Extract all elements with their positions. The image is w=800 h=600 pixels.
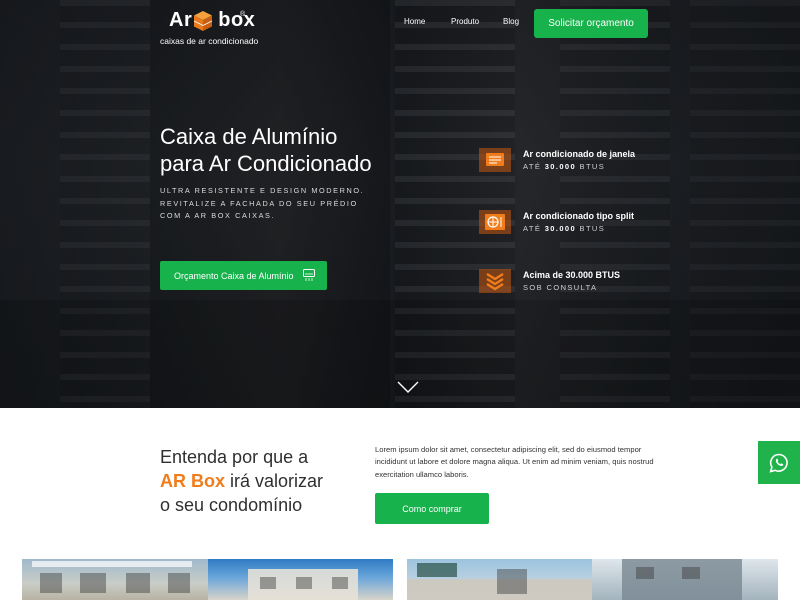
gallery-image-2 xyxy=(208,559,393,600)
request-quote-button[interactable]: Solicitar orçamento xyxy=(534,9,648,38)
logo-text-ar: Ar xyxy=(169,9,193,31)
gallery-image-3 xyxy=(407,559,592,600)
ac-unit-icon xyxy=(303,269,315,281)
hero-section: Ar box ® caixas de ar condicionado Home P… xyxy=(0,0,800,408)
how-to-buy-button[interactable]: Como comprar xyxy=(375,493,489,524)
split-ac-icon xyxy=(478,207,512,237)
capacity-value: 30.000 xyxy=(544,162,577,171)
hero-title-line-1: Caixa de Alumínio xyxy=(160,124,338,149)
logo-text-box: box xyxy=(218,9,256,31)
feature-split-ac-capacity: ATÉ 30.000 BTUS xyxy=(523,224,605,233)
hero-title-line-2: para Ar Condicionado xyxy=(160,151,372,176)
gallery-image-4 xyxy=(592,559,778,600)
nav-home[interactable]: Home xyxy=(404,17,425,26)
why-title-brand: AR Box xyxy=(160,471,226,491)
why-title-line-2: irá valorizar xyxy=(225,471,324,491)
capacity-prefix: ATÉ xyxy=(523,162,545,171)
why-title-line-1: Entenda por que a xyxy=(160,447,309,467)
brand-logo[interactable]: Ar box ® caixas de ar condicionado xyxy=(160,9,260,46)
feature-split-ac-title: Ar condicionado tipo split xyxy=(523,211,634,221)
capacity-suffix: BTUS xyxy=(576,162,606,171)
why-section-text: Lorem ipsum dolor sit amet, consectetur … xyxy=(375,445,654,479)
hero-title: Caixa de Alumínio para Ar Condicionado xyxy=(160,123,420,177)
feature-window-ac-capacity: ATÉ 30.000 BTUS xyxy=(523,162,605,171)
hero-subtitle: ULTRA RESISTENTE E DESIGN MODERNO. REVIT… xyxy=(160,186,365,220)
large-ac-icon xyxy=(478,266,512,296)
aluminum-box-quote-button[interactable]: Orçamento Caixa de Alumínio xyxy=(160,261,327,290)
logo-tagline: caixas de ar condicionado xyxy=(160,36,259,46)
gallery-image-1 xyxy=(22,559,208,600)
capacity-suffix: BTUS xyxy=(576,224,606,233)
whatsapp-button[interactable] xyxy=(758,441,800,484)
feature-large-ac: Acima de 30.000 BTUS SOB CONSULTA xyxy=(478,266,698,298)
feature-large-ac-title: Acima de 30.000 BTUS xyxy=(523,270,621,280)
logo-registered-mark: ® xyxy=(240,11,246,18)
logo-cube-icon xyxy=(193,11,213,31)
capacity-value: 30.000 xyxy=(544,224,577,233)
feature-window-ac-title: Ar condicionado de janela xyxy=(523,149,636,159)
window-ac-icon xyxy=(478,145,512,175)
why-section-title: Entenda por que a AR Box irá valorizar o… xyxy=(160,445,360,517)
nav-blog[interactable]: Blog xyxy=(503,17,519,26)
why-title-line-3: o seu condomínio xyxy=(160,495,303,515)
hero-background-image xyxy=(0,0,800,408)
capacity-note: SOB CONSULTA xyxy=(523,283,598,292)
feature-split-ac: Ar condicionado tipo split ATÉ 30.000 BT… xyxy=(478,207,698,239)
scroll-down-chevron-icon[interactable] xyxy=(397,381,419,393)
feature-window-ac: Ar condicionado de janela ATÉ 30.000 BTU… xyxy=(478,145,698,177)
capacity-prefix: ATÉ xyxy=(523,224,545,233)
aluminum-box-quote-label: Orçamento Caixa de Alumínio xyxy=(174,270,294,281)
feature-large-ac-capacity: SOB CONSULTA xyxy=(523,283,597,292)
nav-produto[interactable]: Produto xyxy=(451,17,479,26)
whatsapp-icon xyxy=(769,453,788,473)
